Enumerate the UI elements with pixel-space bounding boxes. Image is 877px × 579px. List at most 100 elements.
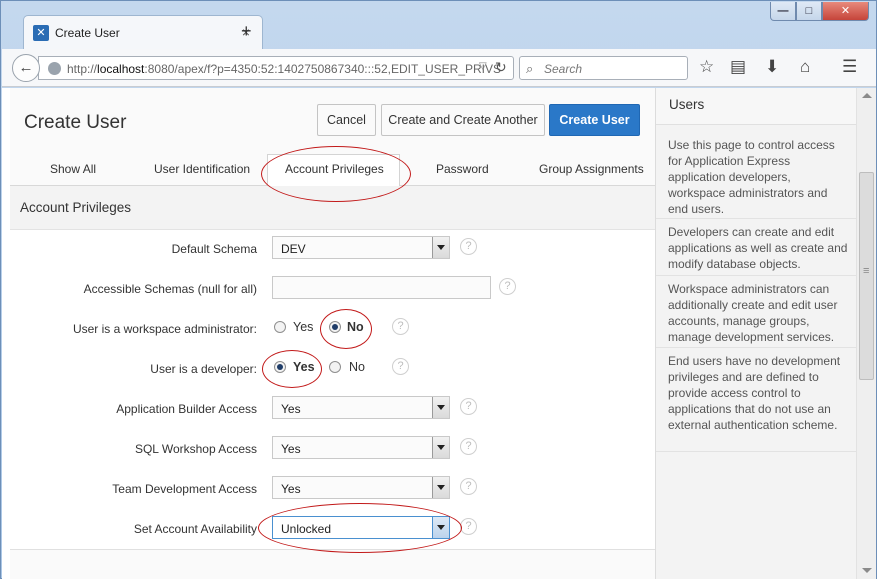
- star-icon[interactable]: ☆: [699, 57, 714, 77]
- chevron-down-icon: [432, 397, 449, 418]
- tab-password[interactable]: Password: [436, 162, 489, 176]
- close-icon: ✕: [840, 5, 851, 17]
- tab-show-all[interactable]: Show All: [50, 162, 96, 176]
- app-builder-value: Yes: [281, 402, 301, 416]
- create-user-button[interactable]: Create User: [549, 104, 640, 136]
- app-builder-select[interactable]: Yes: [272, 396, 450, 419]
- availability-select[interactable]: Unlocked: [272, 516, 450, 539]
- availability-row: Set Account Availability Unlocked ?: [10, 510, 655, 550]
- availability-label: Set Account Availability: [133, 522, 257, 536]
- sql-workshop-row: SQL Workshop Access Yes ?: [10, 430, 655, 470]
- accessible-schemas-input[interactable]: [272, 276, 491, 299]
- divider: [656, 218, 857, 219]
- chevron-down-icon: [432, 237, 449, 258]
- chevron-down-icon: [432, 477, 449, 498]
- workspace-admin-no-label[interactable]: No: [347, 320, 364, 334]
- accessible-schemas-label: Accessible Schemas (null for all): [83, 282, 257, 296]
- url-host: localhost: [97, 62, 145, 76]
- create-and-create-another-button[interactable]: Create and Create Another: [381, 104, 545, 136]
- minimize-button[interactable]: —: [770, 2, 796, 21]
- team-dev-row: Team Development Access Yes ?: [10, 470, 655, 510]
- cancel-button[interactable]: Cancel: [317, 104, 376, 136]
- divider: [656, 451, 857, 452]
- help-icon[interactable]: ?: [499, 278, 516, 295]
- help-icon[interactable]: ?: [392, 318, 409, 335]
- scrollbar[interactable]: [856, 88, 876, 579]
- workspace-admin-yes-label[interactable]: Yes: [293, 320, 313, 334]
- search-icon: ⌕: [526, 61, 534, 76]
- help-paragraph: Use this page to control access for Appl…: [668, 138, 835, 216]
- developer-no-label[interactable]: No: [349, 360, 365, 374]
- side-panel-title: Users: [669, 97, 705, 112]
- workspace-admin-label: User is a workspace administrator:: [72, 322, 257, 336]
- app-builder-label: Application Builder Access: [116, 402, 257, 416]
- developer-yes-label[interactable]: Yes: [293, 360, 315, 374]
- scroll-up-icon[interactable]: [862, 93, 872, 98]
- side-panel-header: Users: [656, 88, 857, 125]
- workspace-admin-row: User is a workspace administrator: Yes N…: [10, 310, 655, 350]
- sql-workshop-label: SQL Workshop Access: [134, 442, 257, 456]
- help-paragraph: Workspace administrators can additionall…: [668, 282, 838, 344]
- divider: [656, 347, 857, 348]
- tab-user-identification[interactable]: User Identification: [154, 162, 250, 176]
- help-side-panel: Users Use this page to control access fo…: [655, 88, 857, 579]
- help-icon[interactable]: ?: [392, 358, 409, 375]
- tab-account-privileges[interactable]: Account Privileges: [285, 162, 384, 176]
- help-icon[interactable]: ?: [460, 398, 477, 415]
- default-schema-value: DEV: [281, 242, 306, 256]
- account-privileges-form: Default Schema DEV ? Accessible Schemas …: [10, 230, 655, 550]
- help-icon[interactable]: ?: [460, 438, 477, 455]
- accessible-schemas-row: Accessible Schemas (null for all) ?: [10, 270, 655, 310]
- page-title: Create User: [24, 112, 127, 133]
- url-prefix: http://: [67, 62, 98, 76]
- back-arrow-icon: ←: [18, 59, 34, 76]
- url-bar[interactable]: http://localhost:8080/apex/f?p=4350:52:1…: [38, 56, 514, 80]
- help-paragraph: Developers can create and edit applicati…: [668, 225, 848, 271]
- team-dev-select[interactable]: Yes: [272, 476, 450, 499]
- help-paragraph: End users have no development privileges…: [668, 354, 841, 432]
- default-schema-select[interactable]: DEV: [272, 236, 450, 259]
- menu-icon[interactable]: ☰: [842, 57, 857, 77]
- help-icon[interactable]: ?: [460, 478, 477, 495]
- tab-group-assignments[interactable]: Group Assignments: [539, 162, 644, 176]
- developer-yes-radio[interactable]: [274, 361, 286, 373]
- workspace-admin-yes-radio[interactable]: [274, 321, 286, 333]
- chevron-down-icon: [432, 517, 449, 538]
- page-viewport: Create User Cancel Create and Create Ano…: [2, 88, 876, 579]
- scrollbar-thumb[interactable]: [859, 172, 874, 380]
- divider: [656, 275, 857, 276]
- app-builder-row: Application Builder Access Yes ?: [10, 390, 655, 430]
- help-icon[interactable]: ?: [460, 518, 477, 535]
- maximize-button[interactable]: □: [796, 2, 822, 21]
- default-schema-row: Default Schema DEV ?: [10, 230, 655, 270]
- url-path: :8080/apex/f?p=4350:52:1402750867340:::5…: [144, 62, 502, 76]
- region-tabs: Show All User Identification Account Pri…: [10, 154, 655, 187]
- reload-icon[interactable]: ↻: [495, 59, 507, 76]
- help-icon[interactable]: ?: [460, 238, 477, 255]
- default-schema-label: Default Schema: [171, 242, 257, 256]
- sql-workshop-select[interactable]: Yes: [272, 436, 450, 459]
- back-button[interactable]: ←: [12, 54, 40, 82]
- close-window-button[interactable]: ✕: [822, 2, 869, 21]
- tab-title: Create User: [55, 26, 120, 40]
- main-content: Create User Cancel Create and Create Ano…: [10, 88, 655, 579]
- home-icon[interactable]: ⌂: [800, 57, 810, 77]
- search-input[interactable]: ⌕ Search: [519, 56, 688, 80]
- reading-list-icon[interactable]: ▤: [730, 57, 746, 77]
- search-placeholder: Search: [544, 62, 583, 76]
- team-dev-label: Team Development Access: [112, 482, 257, 496]
- developer-row: User is a developer: Yes No ?: [10, 350, 655, 390]
- maximize-icon: □: [805, 5, 813, 17]
- url-dropdown-icon[interactable]: ▽: [479, 61, 487, 72]
- workspace-admin-no-radio[interactable]: [329, 321, 341, 333]
- browser-tab[interactable]: ✕ Create User ×: [23, 15, 263, 49]
- scroll-down-icon[interactable]: [862, 568, 872, 573]
- developer-no-radio[interactable]: [329, 361, 341, 373]
- download-icon[interactable]: ⬇: [765, 57, 779, 77]
- url-text[interactable]: http://localhost:8080/apex/f?p=4350:52:1…: [67, 62, 501, 76]
- new-tab-button[interactable]: +: [241, 21, 252, 42]
- apex-favicon-icon: ✕: [33, 25, 49, 41]
- availability-value: Unlocked: [281, 522, 332, 536]
- developer-label: User is a developer:: [150, 362, 257, 376]
- navigation-toolbar: http://localhost:8080/apex/f?p=4350:52:1…: [2, 49, 876, 87]
